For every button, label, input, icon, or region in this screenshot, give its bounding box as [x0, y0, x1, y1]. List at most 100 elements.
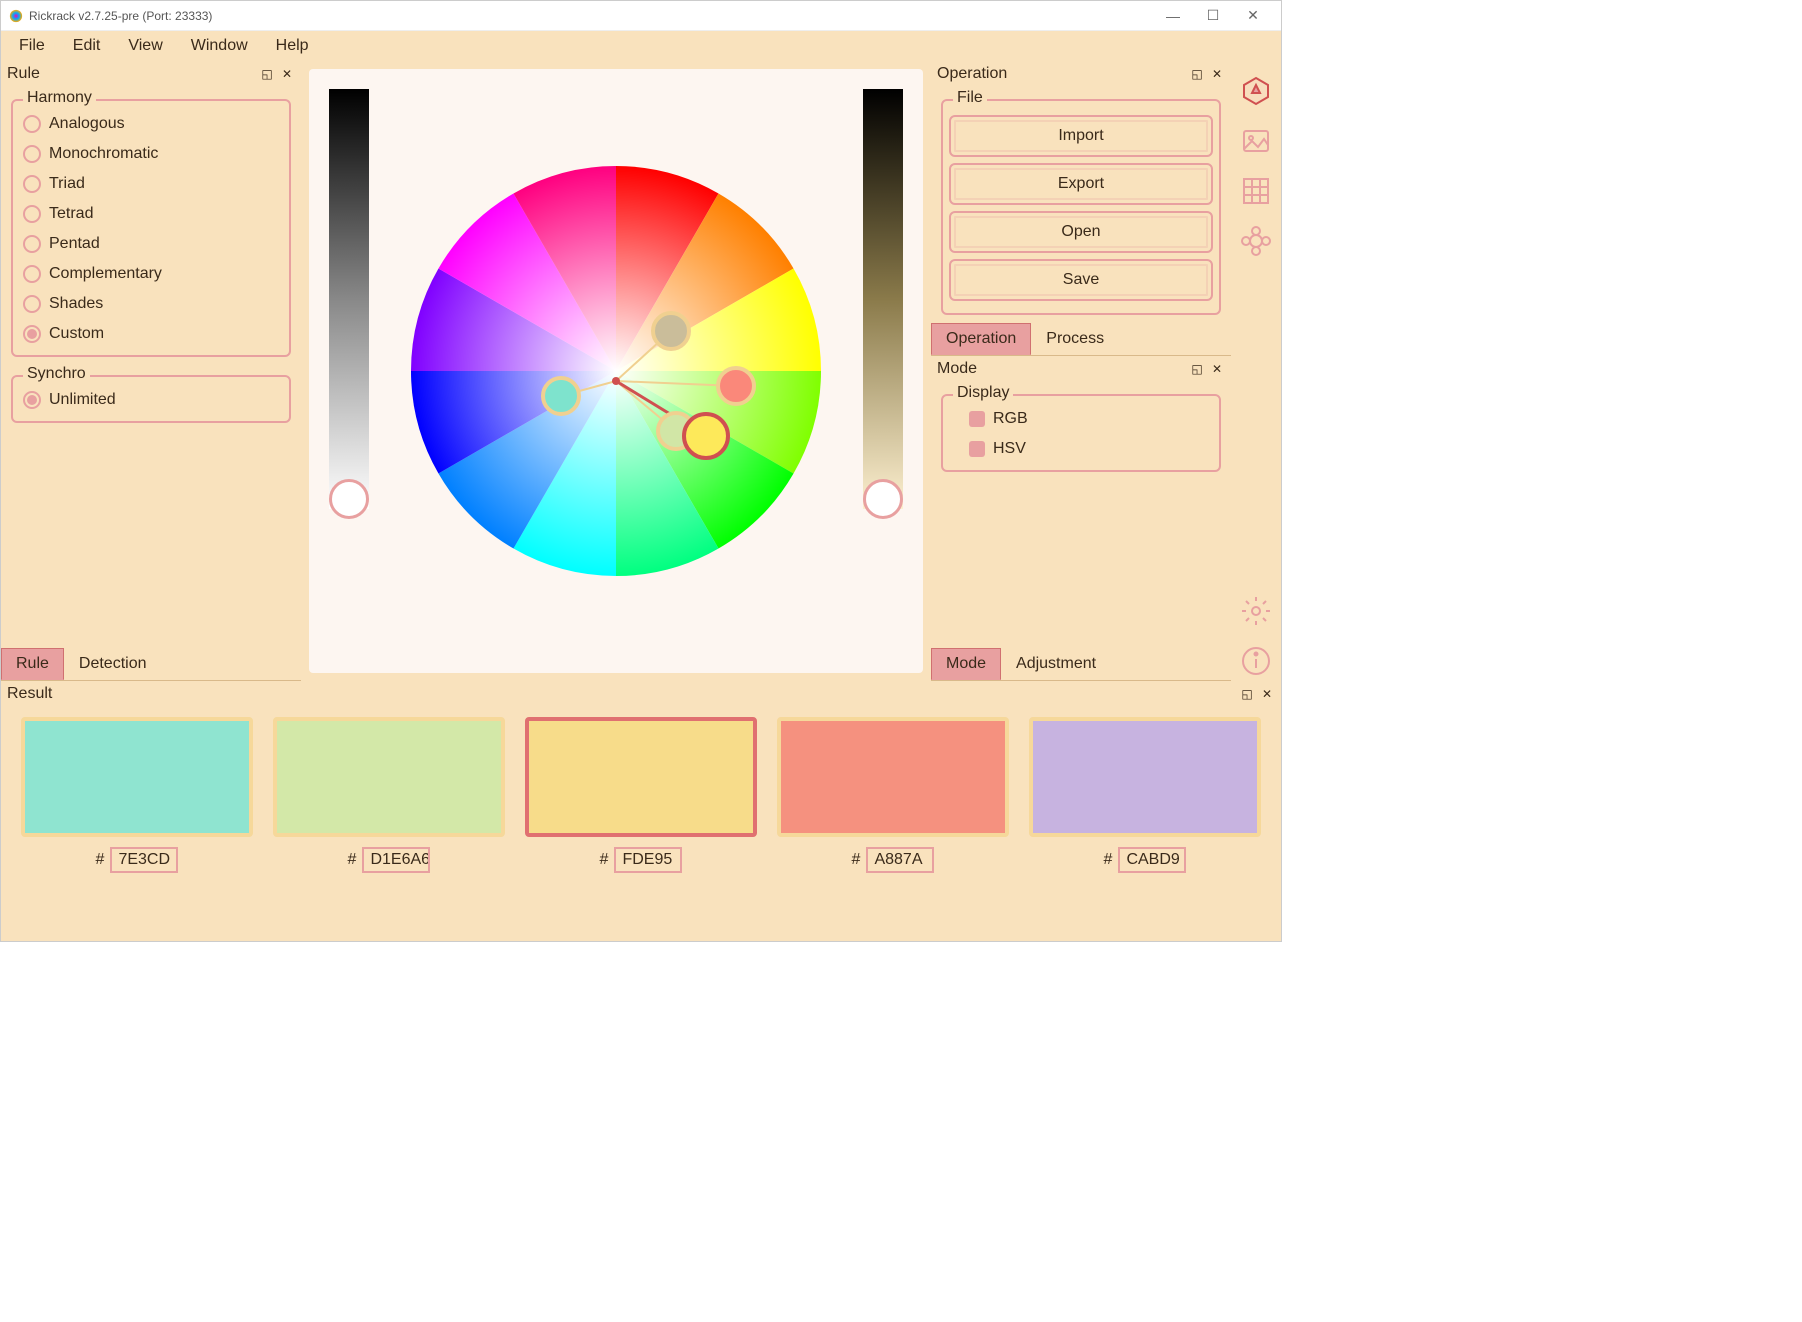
menu-file[interactable]: File: [5, 33, 59, 59]
minimize-button[interactable]: —: [1153, 1, 1193, 31]
wheel-point[interactable]: [684, 414, 728, 458]
mode-float-icon[interactable]: ◱: [1189, 361, 1205, 377]
wheel-point[interactable]: [653, 313, 689, 349]
radio-icon: [23, 205, 41, 223]
operation-tab-operation[interactable]: Operation: [931, 323, 1031, 355]
import-button[interactable]: Import: [949, 115, 1213, 157]
color-swatch[interactable]: [21, 717, 253, 837]
radio-icon: [23, 115, 41, 133]
harmony-tetrad[interactable]: Tetrad: [19, 199, 283, 229]
harmony-analogous[interactable]: Analogous: [19, 109, 283, 139]
hash-label: #: [852, 851, 861, 869]
value-slider-left[interactable]: [329, 89, 369, 509]
hex-row: # FDE95: [600, 847, 683, 873]
checkbox-icon: [969, 411, 985, 427]
value-slider-right[interactable]: [863, 89, 903, 509]
wheel-point[interactable]: [543, 378, 579, 414]
color-swatch[interactable]: [525, 717, 757, 837]
operation-tab-process[interactable]: Process: [1031, 323, 1119, 355]
hex-row: # CABD9: [1104, 847, 1187, 873]
harmony-legend: Harmony: [23, 89, 96, 107]
radio-label: Custom: [49, 325, 104, 343]
hex-input[interactable]: CABD9: [1118, 847, 1186, 873]
result-panel-title: Result: [7, 685, 52, 703]
display-legend: Display: [953, 384, 1013, 402]
hex-row: # D1E6A6: [348, 847, 431, 873]
result-close-icon[interactable]: ✕: [1259, 686, 1275, 702]
color-wheel[interactable]: [401, 156, 831, 586]
harmony-complementary[interactable]: Complementary: [19, 259, 283, 289]
settings-icon[interactable]: [1236, 591, 1276, 631]
rule-float-icon[interactable]: ◱: [259, 66, 275, 82]
wheel-point[interactable]: [718, 368, 754, 404]
harmony-custom[interactable]: Custom: [19, 319, 283, 349]
color-swatch[interactable]: [273, 717, 505, 837]
hash-label: #: [1104, 851, 1113, 869]
rule-panel-title: Rule: [7, 65, 40, 83]
color-swatch[interactable]: [1029, 717, 1261, 837]
harmony-triad[interactable]: Triad: [19, 169, 283, 199]
color-wheel-area[interactable]: [309, 69, 923, 673]
file-legend: File: [953, 89, 987, 107]
operation-close-icon[interactable]: ✕: [1209, 66, 1225, 82]
close-button[interactable]: ✕: [1233, 1, 1273, 31]
menu-help[interactable]: Help: [262, 33, 323, 59]
rule-tab-rule[interactable]: Rule: [1, 648, 64, 680]
hash-label: #: [96, 851, 105, 869]
swatch-cell: #7E3CD: [21, 717, 253, 873]
harmony-monochromatic[interactable]: Monochromatic: [19, 139, 283, 169]
radio-label: Shades: [49, 295, 103, 313]
hex-row: #7E3CD: [96, 847, 179, 873]
synchro-legend: Synchro: [23, 365, 90, 383]
hex-input[interactable]: A887A: [866, 847, 934, 873]
open-button[interactable]: Open: [949, 211, 1213, 253]
synchro-unlimited[interactable]: Unlimited: [19, 385, 283, 415]
radio-label: Triad: [49, 175, 85, 193]
check-label: RGB: [993, 410, 1028, 428]
radio-icon: [23, 175, 41, 193]
grid-view-icon[interactable]: [1236, 171, 1276, 211]
menu-window[interactable]: Window: [177, 33, 262, 59]
check-label: HSV: [993, 440, 1026, 458]
operation-panel-title: Operation: [937, 65, 1007, 83]
rule-close-icon[interactable]: ✕: [279, 66, 295, 82]
wheel-view-icon[interactable]: [1236, 71, 1276, 111]
hash-label: #: [348, 851, 357, 869]
mode-tab-mode[interactable]: Mode: [931, 648, 1001, 680]
depot-view-icon[interactable]: [1236, 221, 1276, 261]
swatch-cell: # A887A: [777, 717, 1009, 873]
result-float-icon[interactable]: ◱: [1239, 686, 1255, 702]
hex-input[interactable]: FDE95: [614, 847, 682, 873]
maximize-button[interactable]: ☐: [1193, 1, 1233, 31]
checkbox-icon: [969, 441, 985, 457]
menubar: FileEditViewWindowHelp: [1, 31, 1281, 61]
menu-edit[interactable]: Edit: [59, 33, 115, 59]
mode-tab-adjustment[interactable]: Adjustment: [1001, 648, 1111, 680]
hex-input[interactable]: D1E6A6: [362, 847, 430, 873]
hash-label: #: [600, 851, 609, 869]
mode-close-icon[interactable]: ✕: [1209, 361, 1225, 377]
rule-tab-detection[interactable]: Detection: [64, 648, 162, 680]
slider-knob-left[interactable]: [329, 479, 369, 519]
radio-icon: [23, 235, 41, 253]
image-view-icon[interactable]: [1236, 121, 1276, 161]
color-swatch[interactable]: [777, 717, 1009, 837]
titlebar: Rickrack v2.7.25-pre (Port: 23333) — ☐ ✕: [1, 1, 1281, 31]
slider-knob-right[interactable]: [863, 479, 903, 519]
display-hsv[interactable]: HSV: [949, 434, 1213, 464]
radio-icon: [23, 145, 41, 163]
radio-label: Unlimited: [49, 391, 116, 409]
info-icon[interactable]: [1236, 641, 1276, 681]
radio-icon: [23, 295, 41, 313]
radio-label: Analogous: [49, 115, 125, 133]
radio-label: Pentad: [49, 235, 100, 253]
harmony-pentad[interactable]: Pentad: [19, 229, 283, 259]
operation-float-icon[interactable]: ◱: [1189, 66, 1205, 82]
harmony-shades[interactable]: Shades: [19, 289, 283, 319]
export-button[interactable]: Export: [949, 163, 1213, 205]
menu-view[interactable]: View: [114, 33, 176, 59]
save-button[interactable]: Save: [949, 259, 1213, 301]
hex-input[interactable]: 7E3CD: [110, 847, 178, 873]
radio-label: Complementary: [49, 265, 162, 283]
display-rgb[interactable]: RGB: [949, 404, 1213, 434]
